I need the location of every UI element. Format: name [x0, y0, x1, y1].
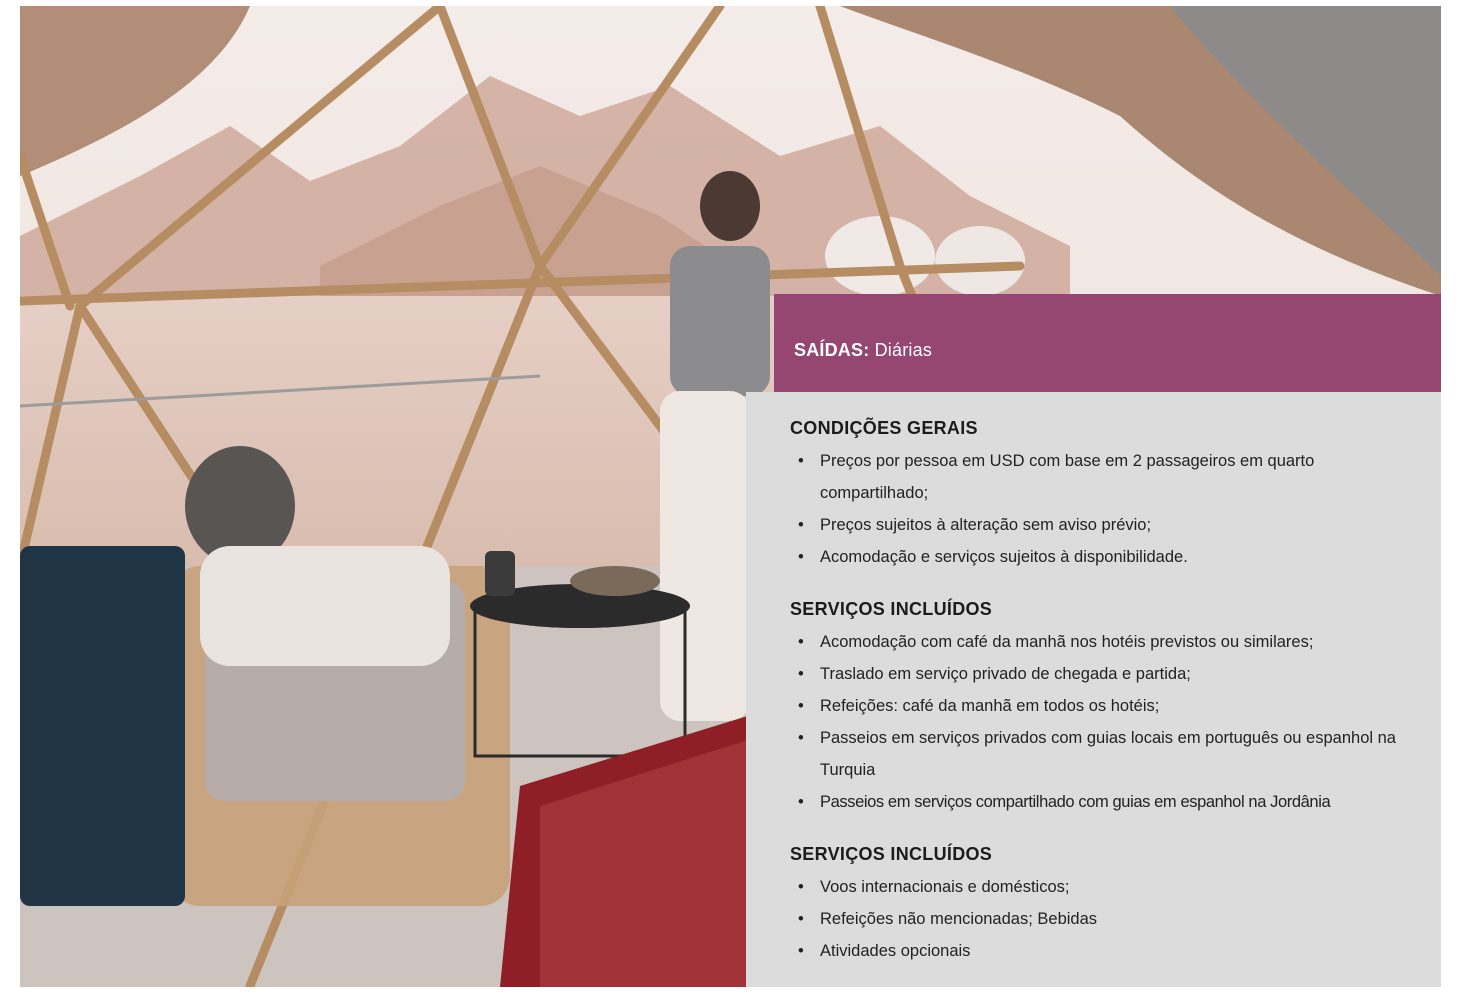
- departures-value: Diárias: [874, 340, 933, 360]
- list-item: Acomodação com café da manhã nos hotéis …: [790, 626, 1410, 658]
- not-included-list: Voos internacionais e domésticos; Refeiç…: [790, 871, 1410, 967]
- list-item: Refeições não mencionadas; Bebidas: [790, 903, 1410, 935]
- list-item: Atividades opcionais: [790, 935, 1410, 967]
- list-item: Refeições: café da manhã em todos os hot…: [790, 690, 1410, 722]
- conditions-list: Preços por pessoa em USD com base em 2 p…: [790, 445, 1410, 573]
- section-title: SERVIÇOS INCLUÍDOS: [790, 599, 993, 619]
- section-general-conditions: CONDIÇÕES GERAIS Preços por pessoa em US…: [790, 418, 1410, 573]
- section-not-included-services: SERVIÇOS INCLUÍDOS Voos internacionais e…: [790, 844, 1410, 967]
- section-title: SERVIÇOS INCLUÍDOS: [790, 844, 993, 864]
- info-panel: CONDIÇÕES GERAIS Preços por pessoa em US…: [746, 392, 1441, 987]
- list-item: Preços por pessoa em USD com base em 2 p…: [790, 445, 1410, 509]
- departures-text: SAÍDAS: Diárias: [794, 340, 932, 361]
- list-item: Preços sujeitos à alteração sem aviso pr…: [790, 509, 1410, 541]
- list-item: Traslado em serviço privado de chegada e…: [790, 658, 1410, 690]
- list-item: Voos internacionais e domésticos;: [790, 871, 1410, 903]
- list-item: Passeios em serviços privados com guias …: [790, 722, 1410, 786]
- departures-label: SAÍDAS:: [794, 340, 870, 360]
- departures-banner: SAÍDAS: Diárias: [774, 294, 1441, 392]
- section-included-services: SERVIÇOS INCLUÍDOS Acomodação com café d…: [790, 599, 1410, 818]
- conditions-content: CONDIÇÕES GERAIS Preços por pessoa em US…: [790, 418, 1410, 993]
- list-item: Acomodação e serviços sujeitos à disponi…: [790, 541, 1410, 573]
- section-title: CONDIÇÕES GERAIS: [790, 418, 978, 438]
- included-list: Acomodação com café da manhã nos hotéis …: [790, 626, 1410, 818]
- list-item: Passeios em serviços compartilhado com g…: [790, 786, 1410, 818]
